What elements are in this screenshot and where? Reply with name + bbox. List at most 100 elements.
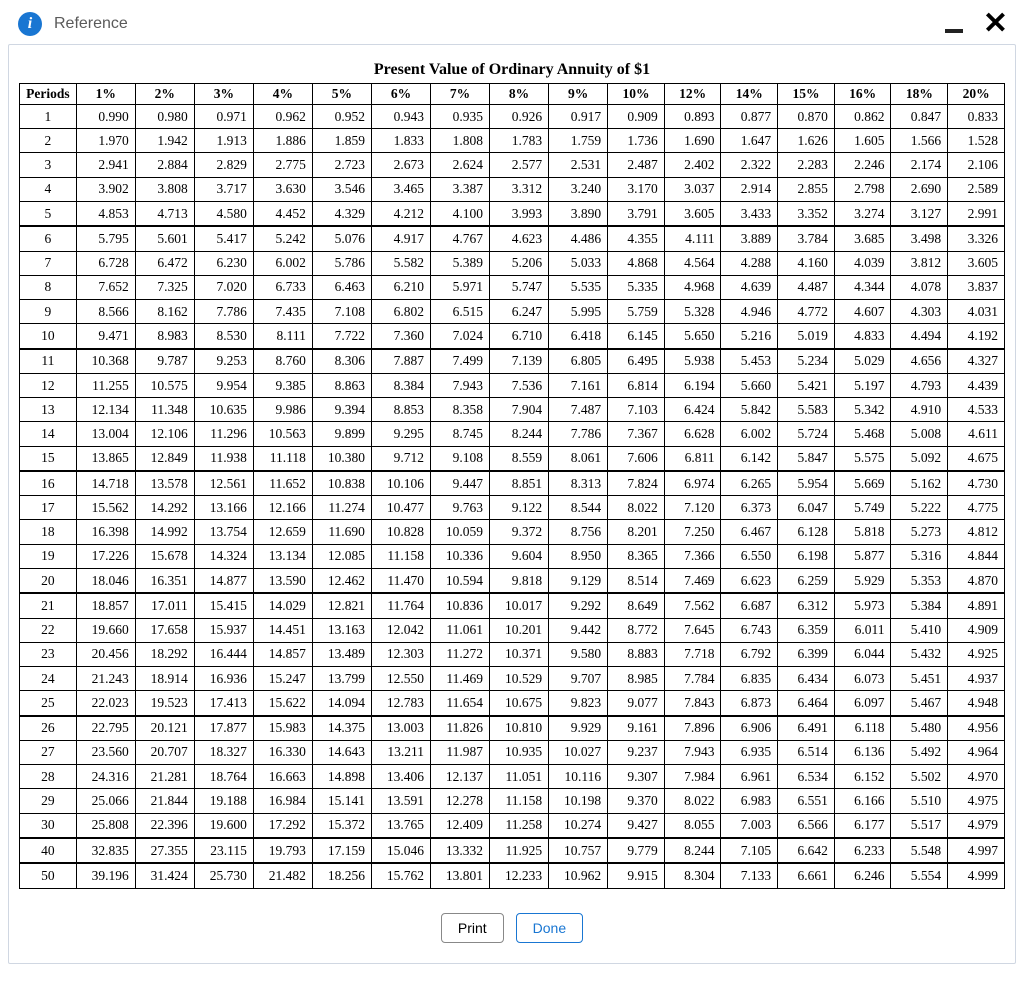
value-cell: 3.170 xyxy=(608,177,665,201)
period-cell: 40 xyxy=(20,838,77,863)
value-cell: 16.936 xyxy=(194,667,253,691)
value-cell: 6.047 xyxy=(778,496,835,520)
value-cell: 16.984 xyxy=(253,789,312,813)
value-cell: 6.359 xyxy=(778,618,835,642)
table-head: Periods1%2%3%4%5%6%7%8%9%10%12%14%15%16%… xyxy=(20,84,1005,105)
value-cell: 7.904 xyxy=(490,398,549,422)
table-title: Present Value of Ordinary Annuity of $1 xyxy=(374,61,650,79)
value-cell: 11.061 xyxy=(430,618,489,642)
value-cell: 6.434 xyxy=(778,667,835,691)
value-cell: 7.606 xyxy=(608,446,665,471)
value-cell: 9.915 xyxy=(608,863,665,888)
value-cell: 6.661 xyxy=(778,863,835,888)
value-cell: 7.360 xyxy=(371,324,430,349)
value-cell: 1.913 xyxy=(194,129,253,153)
value-cell: 17.292 xyxy=(253,813,312,838)
value-cell: 1.759 xyxy=(549,129,608,153)
value-cell: 11.255 xyxy=(76,373,135,397)
value-cell: 4.439 xyxy=(948,373,1005,397)
value-cell: 5.747 xyxy=(490,275,549,299)
value-cell: 7.652 xyxy=(76,275,135,299)
value-cell: 5.973 xyxy=(834,593,891,618)
value-cell: 8.950 xyxy=(549,544,608,568)
table-row: 2421.24318.91416.93615.24713.79912.55011… xyxy=(20,667,1005,691)
value-cell: 5.660 xyxy=(721,373,778,397)
value-cell: 5.328 xyxy=(664,300,721,324)
value-cell: 6.463 xyxy=(312,275,371,299)
value-cell: 3.498 xyxy=(891,226,948,251)
value-cell: 2.829 xyxy=(194,153,253,177)
table-row: 2018.04616.35114.87713.59012.46211.47010… xyxy=(20,568,1005,593)
value-cell: 8.745 xyxy=(430,422,489,446)
value-cell: 3.274 xyxy=(834,201,891,226)
value-cell: 8.055 xyxy=(664,813,721,838)
value-cell: 6.835 xyxy=(721,667,778,691)
value-cell: 9.763 xyxy=(430,496,489,520)
value-cell: 4.100 xyxy=(430,201,489,226)
value-cell: 6.312 xyxy=(778,593,835,618)
value-cell: 2.723 xyxy=(312,153,371,177)
value-cell: 12.849 xyxy=(135,446,194,471)
print-button[interactable]: Print xyxy=(441,913,504,943)
value-cell: 5.234 xyxy=(778,349,835,374)
value-cell: 1.647 xyxy=(721,129,778,153)
value-cell: 2.531 xyxy=(549,153,608,177)
value-cell: 5.535 xyxy=(549,275,608,299)
close-icon[interactable]: ✕ xyxy=(983,14,1008,34)
value-cell: 5.316 xyxy=(891,544,948,568)
value-cell: 4.964 xyxy=(948,740,1005,764)
value-cell: 9.161 xyxy=(608,716,665,741)
value-cell: 2.624 xyxy=(430,153,489,177)
value-cell: 9.253 xyxy=(194,349,253,374)
value-cell: 7.325 xyxy=(135,275,194,299)
value-cell: 10.836 xyxy=(430,593,489,618)
rate-header: 12% xyxy=(664,84,721,105)
value-cell: 9.779 xyxy=(608,838,665,863)
table-row: 32.9412.8842.8292.7752.7232.6732.6242.57… xyxy=(20,153,1005,177)
value-cell: 4.160 xyxy=(778,251,835,275)
value-cell: 8.514 xyxy=(608,568,665,593)
value-cell: 1.736 xyxy=(608,129,665,153)
value-cell: 8.853 xyxy=(371,398,430,422)
period-cell: 24 xyxy=(20,667,77,691)
value-cell: 6.642 xyxy=(778,838,835,863)
value-cell: 7.120 xyxy=(664,496,721,520)
table-scroll[interactable]: Periods1%2%3%4%5%6%7%8%9%10%12%14%15%16%… xyxy=(19,83,1005,889)
value-cell: 2.884 xyxy=(135,153,194,177)
value-cell: 6.935 xyxy=(721,740,778,764)
value-cell: 7.824 xyxy=(608,471,665,496)
value-cell: 13.163 xyxy=(312,618,371,642)
value-cell: 5.517 xyxy=(891,813,948,838)
value-cell: 2.106 xyxy=(948,153,1005,177)
value-cell: 6.166 xyxy=(834,789,891,813)
value-cell: 5.468 xyxy=(834,422,891,446)
value-cell: 21.844 xyxy=(135,789,194,813)
value-cell: 1.783 xyxy=(490,129,549,153)
value-cell: 6.194 xyxy=(664,373,721,397)
value-cell: 25.730 xyxy=(194,863,253,888)
period-cell: 20 xyxy=(20,568,77,593)
value-cell: 4.997 xyxy=(948,838,1005,863)
value-cell: 5.601 xyxy=(135,226,194,251)
value-cell: 6.246 xyxy=(834,863,891,888)
value-cell: 9.129 xyxy=(549,568,608,593)
value-cell: 3.808 xyxy=(135,177,194,201)
value-cell: 5.548 xyxy=(891,838,948,863)
value-cell: 8.061 xyxy=(549,446,608,471)
value-cell: 21.281 xyxy=(135,765,194,789)
value-cell: 6.873 xyxy=(721,691,778,716)
minimize-icon[interactable] xyxy=(945,29,963,33)
period-cell: 23 xyxy=(20,642,77,666)
table-row: 109.4718.9838.5308.1117.7227.3607.0246.7… xyxy=(20,324,1005,349)
value-cell: 2.690 xyxy=(891,177,948,201)
table-row: 2622.79520.12117.87715.98314.37513.00311… xyxy=(20,716,1005,741)
table-row: 1413.00412.10611.29610.5639.8999.2958.74… xyxy=(20,422,1005,446)
value-cell: 2.402 xyxy=(664,153,721,177)
done-button[interactable]: Done xyxy=(516,913,583,943)
value-cell: 4.948 xyxy=(948,691,1005,716)
value-cell: 5.384 xyxy=(891,593,948,618)
value-cell: 4.793 xyxy=(891,373,948,397)
value-cell: 9.370 xyxy=(608,789,665,813)
value-cell: 17.226 xyxy=(76,544,135,568)
value-cell: 5.389 xyxy=(430,251,489,275)
